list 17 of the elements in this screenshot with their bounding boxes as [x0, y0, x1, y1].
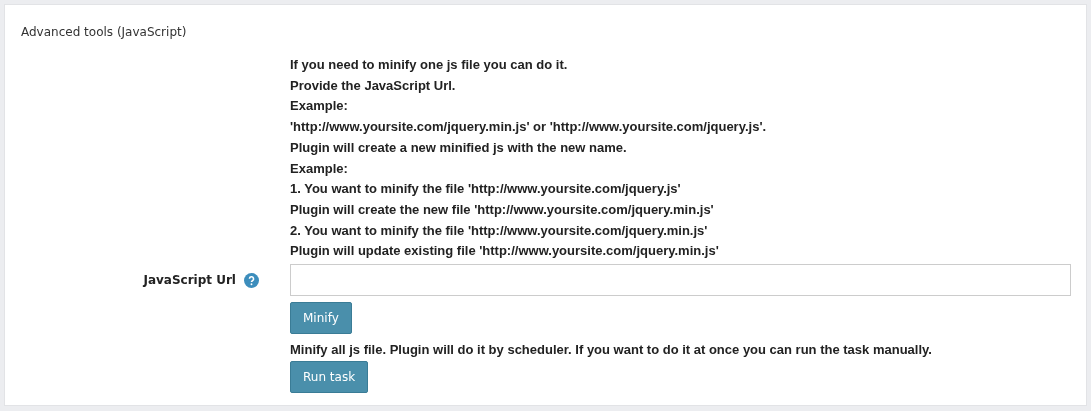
description-line: Plugin will update existing file 'http://www.yoursite.com/jquery.min.js' — [290, 242, 719, 261]
run-task-button[interactable]: Run task — [290, 361, 369, 394]
description-line: Example: — [290, 97, 348, 116]
description-line: Plugin will create the new file 'http://www.yoursite.com/jquery.min.js' — [290, 200, 714, 219]
panel-title: Advanced tools (JavaScript) — [21, 25, 188, 41]
field-label: JavaScript Url — [143, 273, 236, 288]
description-line: 1. You want to minify the file 'http://www.yoursite.com/jquery.js' — [290, 180, 681, 199]
description-line: 2. You want to minify the file 'http://www.yoursite.com/jquery.min.js' — [290, 221, 708, 240]
url-input-field[interactable] — [290, 264, 1071, 297]
scheduler-note: Minify all js file. Plugin will do it by scheduler. If you want to do it at once you can run the task manually. — [290, 341, 932, 360]
help-icon[interactable] — [244, 272, 259, 288]
minify-button[interactable]: Minify — [290, 302, 352, 335]
description-line: Provide the JavaScript Url. — [290, 76, 456, 95]
description-line: If you need to minify one js file you can do it. — [290, 56, 568, 74]
description-line: 'http://www.yoursite.com/jquery.min.js' or 'http://www.yoursite.com/jquery.js'. — [290, 118, 767, 137]
description-line: Example: — [290, 159, 348, 178]
description-line: Plugin will create a new minified js with the new name. — [290, 138, 627, 157]
